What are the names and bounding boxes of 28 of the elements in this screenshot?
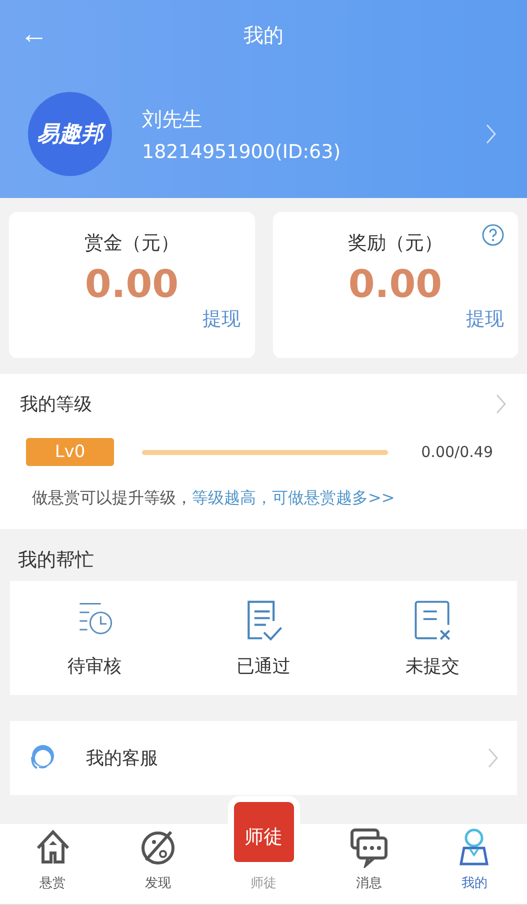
progress-reading: 0.00/0.49 — [421, 443, 494, 461]
wallet-label: 奖励（元） — [348, 231, 443, 256]
help-icon[interactable] — [482, 224, 504, 246]
tab[interactable]: 消息 — [316, 824, 422, 904]
level-note: 做悬赏可以提升等级， — [32, 488, 192, 509]
wallet-amount: 0.00 — [348, 262, 442, 306]
service-row[interactable]: 我的客服 — [10, 721, 517, 795]
tab[interactable]: 发现 — [105, 824, 211, 904]
help-item[interactable]: 待审核 — [10, 581, 179, 695]
wallet-amount: 0.00 — [84, 262, 179, 306]
user-name: 刘先生 — [142, 106, 203, 132]
tab[interactable]: 我的 — [422, 824, 527, 904]
section-title: 我的帮忙 — [17, 548, 95, 573]
section-title: 我的等级 — [20, 393, 92, 416]
help-item[interactable]: 已通过 — [179, 581, 348, 695]
help-item[interactable]: 未提交 — [348, 581, 517, 695]
envelope-icon: 师徒 — [234, 802, 294, 862]
tab[interactable]: 师徒 师徒 — [210, 800, 316, 904]
chevron-right-icon — [487, 747, 499, 769]
user-phone: 18214951900(ID:63) — [142, 140, 342, 162]
chevron-right-icon[interactable] — [485, 123, 497, 145]
tab[interactable]: 悬赏 — [0, 824, 106, 904]
avatar: 易趣邦 — [28, 92, 112, 176]
chevron-right-icon[interactable] — [495, 393, 507, 415]
level-badge: Lv0 — [26, 438, 114, 466]
page-title: 我的 — [244, 22, 284, 48]
wallet-label: 赏金（元） — [84, 231, 180, 256]
service-label: 我的客服 — [86, 747, 159, 770]
